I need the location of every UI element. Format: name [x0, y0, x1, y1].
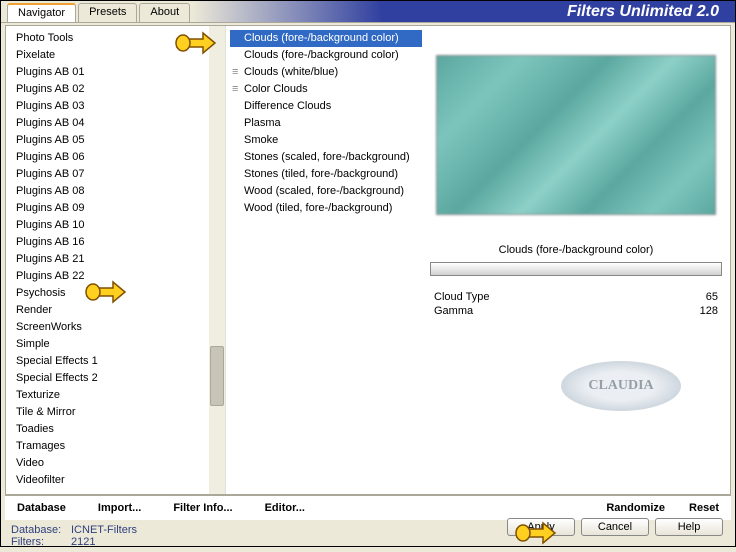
category-item[interactable]: Tile & Mirror [14, 404, 225, 421]
category-item[interactable]: Plugins AB 07 [14, 166, 225, 183]
tab-bar: Navigator Presets About [1, 1, 192, 22]
filter-item[interactable]: Wood (scaled, fore-/background) [230, 183, 422, 200]
filter-item[interactable]: Stones (tiled, fore-/background) [230, 166, 422, 183]
preview-image [436, 55, 716, 215]
param-name: Cloud Type [434, 291, 489, 303]
category-item[interactable]: Plugins AB 05 [14, 132, 225, 149]
category-item[interactable]: Plugins AB 06 [14, 149, 225, 166]
filter-item[interactable]: ≡Clouds (white/blue) [230, 64, 422, 81]
progress-bar [430, 262, 722, 276]
status-filters-label: Filters: [11, 536, 71, 548]
category-item[interactable]: Plugins AB 22 [14, 268, 225, 285]
database-button[interactable]: Database [13, 500, 70, 516]
category-item[interactable]: Plugins AB 02 [14, 81, 225, 98]
tab-about[interactable]: About [139, 3, 190, 22]
apply-button[interactable]: Apply [507, 518, 575, 536]
filter-item[interactable]: ≡Color Clouds [230, 81, 422, 98]
filter-item[interactable]: Stones (scaled, fore-/background) [230, 149, 422, 166]
preview-panel: Clouds (fore-/background color) Cloud Ty… [422, 26, 730, 494]
param-name: Gamma [434, 305, 473, 317]
status-db-label: Database: [11, 524, 71, 536]
param-value: 65 [706, 291, 718, 303]
filter-item[interactable]: Wood (tiled, fore-/background) [230, 200, 422, 217]
header: Navigator Presets About Filters Unlimite… [1, 1, 735, 23]
filter-item[interactable]: Difference Clouds [230, 98, 422, 115]
category-item[interactable]: Texturize [14, 387, 225, 404]
category-item[interactable]: Plugins AB 10 [14, 217, 225, 234]
help-button[interactable]: Help [655, 518, 723, 536]
category-item[interactable]: Video [14, 455, 225, 472]
filter-item[interactable]: Clouds (fore-/background color) [230, 47, 422, 64]
category-item[interactable]: Plugins AB 21 [14, 251, 225, 268]
reset-button[interactable]: Reset [685, 500, 723, 516]
category-item[interactable]: Special Effects 1 [14, 353, 225, 370]
category-item[interactable]: Tramages [14, 438, 225, 455]
scrollbar-thumb[interactable] [210, 346, 224, 406]
category-item[interactable]: Plugins AB 16 [14, 234, 225, 251]
category-item[interactable]: Pixelate [14, 47, 225, 64]
filter-item[interactable]: Smoke [230, 132, 422, 149]
category-item[interactable]: Toadies [14, 421, 225, 438]
category-item[interactable]: Plugins AB 09 [14, 200, 225, 217]
filter-info-button[interactable]: Filter Info... [169, 500, 236, 516]
dialog-buttons: Apply Cancel Help [507, 518, 723, 536]
status-db-value: ICNET-Filters [71, 524, 137, 536]
scrollbar[interactable] [209, 26, 225, 494]
filter-list[interactable]: Clouds (fore-/background color)Clouds (f… [226, 26, 422, 494]
category-item[interactable]: Psychosis [14, 285, 225, 302]
category-item[interactable]: Plugins AB 04 [14, 115, 225, 132]
preview-area [430, 30, 722, 240]
category-item[interactable]: Plugins AB 03 [14, 98, 225, 115]
category-item[interactable]: Videofilter [14, 472, 225, 489]
category-item[interactable]: Photo Tools [14, 30, 225, 47]
category-item[interactable]: Plugins AB 01 [14, 64, 225, 81]
main-content: Photo ToolsPixelatePlugins AB 01Plugins … [5, 25, 731, 495]
bottom-toolbar: Database Import... Filter Info... Editor… [5, 495, 731, 520]
category-item[interactable]: Simple [14, 336, 225, 353]
app-title: Filters Unlimited 2.0 [192, 1, 735, 22]
param-row[interactable]: Gamma 128 [430, 304, 722, 318]
tab-navigator[interactable]: Navigator [7, 3, 76, 22]
category-item[interactable]: Special Effects 2 [14, 370, 225, 387]
import-button[interactable]: Import... [94, 500, 145, 516]
category-item[interactable]: Render [14, 302, 225, 319]
preview-label: Clouds (fore-/background color) [430, 240, 722, 260]
filter-item[interactable]: Clouds (fore-/background color) [230, 30, 422, 47]
parameters: Cloud Type 65 Gamma 128 [430, 284, 722, 318]
editor-button[interactable]: Editor... [261, 500, 309, 516]
tab-presets[interactable]: Presets [78, 3, 137, 22]
status-filters-value: 2121 [71, 536, 95, 548]
category-item[interactable]: Plugins AB 08 [14, 183, 225, 200]
param-value: 128 [700, 305, 718, 317]
category-item[interactable]: ScreenWorks [14, 319, 225, 336]
cancel-button[interactable]: Cancel [581, 518, 649, 536]
param-row[interactable]: Cloud Type 65 [430, 290, 722, 304]
filter-item[interactable]: Plasma [230, 115, 422, 132]
randomize-button[interactable]: Randomize [602, 500, 669, 516]
category-list[interactable]: Photo ToolsPixelatePlugins AB 01Plugins … [6, 26, 226, 494]
